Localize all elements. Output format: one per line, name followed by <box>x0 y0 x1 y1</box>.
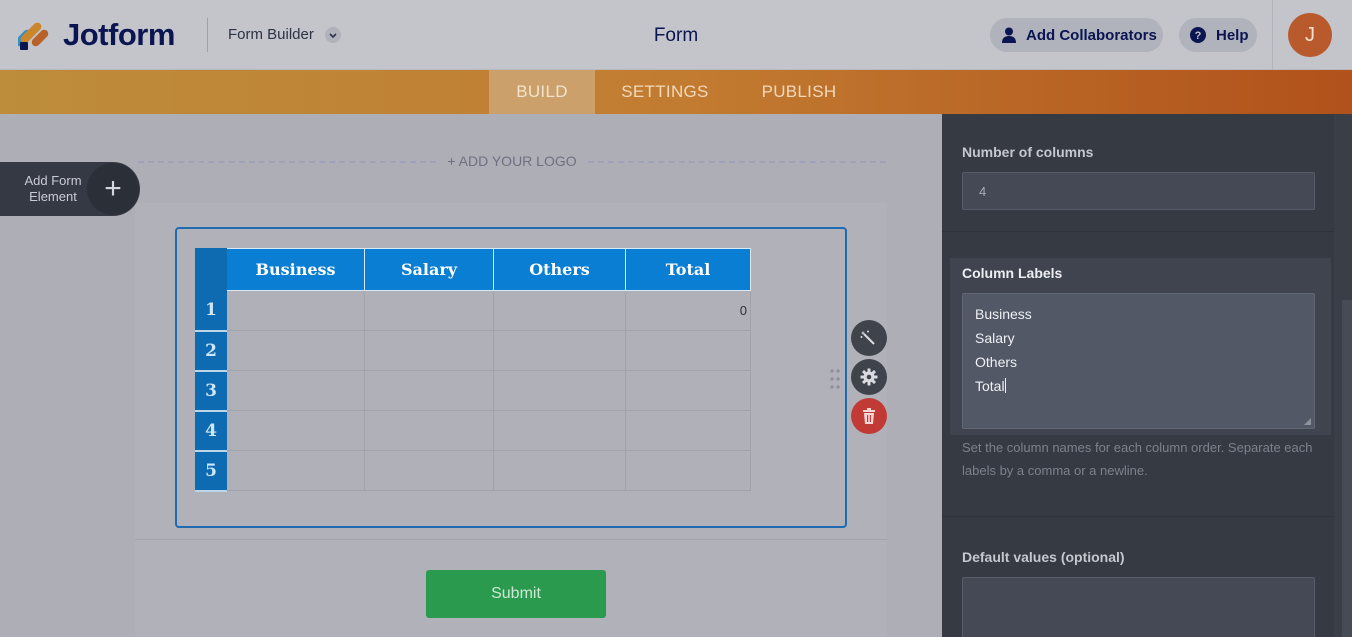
row-number: 1 <box>195 290 227 332</box>
top-header: Jotform Form Builder Form Add Collaborat… <box>0 0 1352 70</box>
properties-panel: Number of columns 4 Column Labels Busine… <box>942 114 1352 637</box>
input-table: Business Salary Others Total 1 0 2 3 4 5 <box>195 248 751 492</box>
table-cell[interactable] <box>493 410 626 451</box>
table-cell[interactable] <box>625 330 751 371</box>
table-cell[interactable] <box>493 450 626 491</box>
form-builder-dropdown-label[interactable]: Form Builder <box>228 26 314 43</box>
add-logo-label[interactable]: + ADD YOUR LOGO <box>438 153 586 169</box>
page-title: Form <box>653 25 699 46</box>
form-divider <box>135 539 887 540</box>
help-button[interactable]: ? Help <box>1179 18 1257 52</box>
table-cell[interactable] <box>493 370 626 411</box>
trash-icon <box>863 408 875 424</box>
table-cell[interactable] <box>625 410 751 451</box>
resize-grip-icon[interactable] <box>1304 418 1311 425</box>
builder-nav-bar: BUILD SETTINGS PUBLISH <box>0 70 1352 114</box>
table-row: 1 0 <box>195 290 751 332</box>
column-header: Others <box>493 248 626 291</box>
table-cell[interactable] <box>226 370 365 411</box>
add-logo-area[interactable]: + ADD YOUR LOGO <box>138 153 886 171</box>
chevron-down-icon[interactable] <box>325 27 341 43</box>
panel-divider <box>942 231 1334 232</box>
row-number: 4 <box>195 410 227 452</box>
number-of-columns-label: Number of columns <box>962 144 1094 160</box>
add-collaborators-button[interactable]: Add Collaborators <box>990 18 1163 52</box>
column-label-line: Salary <box>975 330 1015 346</box>
column-label-line: Business <box>975 306 1032 322</box>
question-icon: ? <box>1190 27 1206 43</box>
add-collaborators-label: Add Collaborators <box>1026 26 1157 44</box>
table-cell[interactable] <box>226 290 365 331</box>
column-labels-help-text: Set the column names for each column ord… <box>962 440 1313 478</box>
user-icon <box>1002 27 1016 43</box>
table-cell[interactable] <box>364 290 494 331</box>
avatar[interactable]: J <box>1288 13 1332 57</box>
row-number: 5 <box>195 450 227 492</box>
drag-handle-icon[interactable] <box>829 368 841 390</box>
wand-button[interactable] <box>851 320 887 356</box>
column-header: Total <box>625 248 751 291</box>
dashed-line <box>588 161 886 163</box>
panel-scrollbar-thumb[interactable] <box>1342 300 1352 637</box>
table-cell[interactable] <box>364 330 494 371</box>
row-number: 2 <box>195 330 227 372</box>
column-labels-label: Column Labels <box>962 265 1063 281</box>
gear-icon <box>860 368 878 386</box>
magic-wand-icon <box>860 330 875 345</box>
table-row: 2 <box>195 330 751 372</box>
svg-text:?: ? <box>1195 30 1202 42</box>
table-cell[interactable] <box>226 330 365 371</box>
number-of-columns-input[interactable]: 4 <box>962 172 1315 210</box>
add-form-element-button[interactable]: Add Form Element + <box>0 162 140 216</box>
help-label: Help <box>1216 26 1249 44</box>
table-cell[interactable] <box>226 410 365 451</box>
table-cell[interactable] <box>625 370 751 411</box>
submit-button[interactable]: Submit <box>426 570 606 618</box>
panel-divider <box>942 516 1334 517</box>
column-header: Business <box>226 248 365 291</box>
add-form-element-label: Add Form Element <box>24 173 82 204</box>
header-divider-right <box>1272 0 1273 70</box>
table-cell[interactable] <box>226 450 365 491</box>
table-cell[interactable] <box>364 370 494 411</box>
table-row: 4 <box>195 410 751 452</box>
tab-publish[interactable]: PUBLISH <box>748 70 850 114</box>
tab-build[interactable]: BUILD <box>489 70 595 114</box>
jotform-logo-icon[interactable] <box>18 18 50 52</box>
column-labels-textarea[interactable]: Business Salary Others Total <box>962 293 1315 429</box>
table-cell[interactable] <box>364 410 494 451</box>
table-cell[interactable] <box>493 290 626 331</box>
table-cell[interactable] <box>493 330 626 371</box>
default-values-textarea[interactable] <box>962 577 1315 637</box>
brand-name[interactable]: Jotform <box>63 17 175 53</box>
table-row: 3 <box>195 370 751 412</box>
table-cell[interactable]: 0 <box>625 290 751 331</box>
row-number: 3 <box>195 370 227 412</box>
plus-icon[interactable]: + <box>87 163 139 215</box>
tab-settings[interactable]: SETTINGS <box>612 70 718 114</box>
header-divider <box>207 18 208 52</box>
text-caret <box>1004 378 1006 393</box>
column-label-line: Others <box>975 354 1018 370</box>
column-label-line-editing: Total <box>975 374 1302 398</box>
table-cell[interactable] <box>364 450 494 491</box>
table-corner-cell <box>195 248 227 291</box>
table-header-row: Business Salary Others Total <box>195 248 751 291</box>
table-cell[interactable] <box>625 450 751 491</box>
default-values-label: Default values (optional) <box>962 549 1125 565</box>
dashed-line <box>138 161 436 163</box>
table-row: 5 <box>195 450 751 492</box>
column-label-current: Total <box>975 378 1005 394</box>
delete-button[interactable] <box>851 398 887 434</box>
settings-button[interactable] <box>851 359 887 395</box>
column-header: Salary <box>364 248 494 291</box>
